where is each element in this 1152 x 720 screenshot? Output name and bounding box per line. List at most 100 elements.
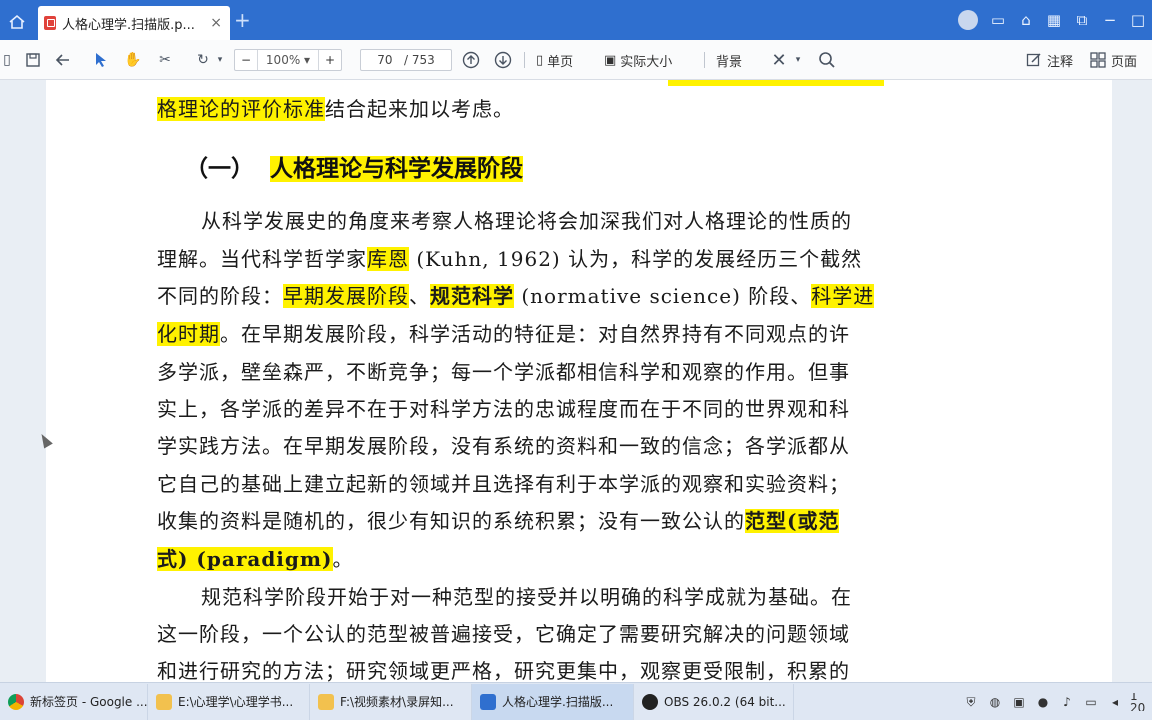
maximize-icon[interactable]: □ bbox=[1124, 6, 1152, 34]
zoom-in-button[interactable]: + bbox=[319, 53, 341, 67]
text-span: 。在早期发展阶段，科学活动的特征是：对自然界持有不同观点的许 bbox=[220, 322, 850, 346]
single-page-icon: ▯ bbox=[536, 52, 544, 68]
taskbar-item-explorer-1[interactable]: E:\心理学\心理学书... bbox=[148, 683, 310, 720]
zoom-value[interactable]: 100% ▾ bbox=[257, 50, 319, 70]
select-cursor-icon[interactable] bbox=[90, 49, 112, 71]
highlight: 规范科学 bbox=[430, 284, 514, 308]
message-icon[interactable]: ▭ bbox=[984, 6, 1012, 34]
obs-icon bbox=[642, 693, 658, 710]
divider bbox=[704, 52, 705, 68]
avatar[interactable] bbox=[958, 10, 978, 30]
battery-icon[interactable]: ▭ bbox=[1082, 693, 1100, 711]
record-icon[interactable]: ● bbox=[1034, 693, 1052, 711]
taskbar-item-obs[interactable]: OBS 26.0.2 (64 bit... bbox=[634, 683, 794, 720]
annotate-button[interactable]: 注释 bbox=[1026, 49, 1073, 71]
folder-icon bbox=[156, 693, 172, 710]
taskbar-item-chrome[interactable]: 新标签页 - Google ... bbox=[0, 683, 148, 720]
highlight: 式) (paradigm) bbox=[157, 547, 333, 571]
tab-title: 人格心理学.扫描版.p... bbox=[62, 17, 195, 33]
text-line: 式) (paradigm)。 bbox=[157, 543, 354, 572]
text-span: 收集的资料是随机的，很少有知识的系统积累；没有一致公认的 bbox=[157, 509, 745, 533]
actual-size-label: 实际大小 bbox=[620, 54, 673, 70]
taskbar-item-label: OBS 26.0.2 (64 bit... bbox=[664, 694, 786, 709]
search-icon[interactable] bbox=[816, 49, 838, 71]
page-number-field[interactable]: 70 / 753 bbox=[360, 49, 452, 71]
text-span: 不同的阶段： bbox=[157, 284, 283, 308]
highlight: 格理论的评价标准 bbox=[157, 97, 325, 121]
text-line: 这一阶段，一个公认的范型被普遍接受，它确定了需要研究解决的问题领域 bbox=[157, 622, 850, 646]
page-total: / 753 bbox=[403, 53, 435, 67]
hand-icon[interactable]: ✋ bbox=[122, 49, 144, 71]
text-line: 理解。当代科学哲学家库恩 (Kuhn, 1962) 认为，科学的发展经历三个截然 bbox=[157, 243, 862, 272]
divider bbox=[524, 52, 525, 68]
shirt-icon[interactable]: ⌂ bbox=[1012, 6, 1040, 34]
close-icon[interactable]: ✕ bbox=[768, 49, 790, 71]
volume-icon[interactable]: ◂ bbox=[1106, 693, 1124, 711]
background-button[interactable]: 背景 bbox=[716, 49, 742, 71]
text-line: 收集的资料是随机的，很少有知识的系统积累；没有一致公认的范型(或范 bbox=[157, 505, 840, 534]
home-icon bbox=[9, 14, 25, 29]
text-line: 规范科学阶段开始于对一种范型的接受并以明确的科学成就为基础。在 bbox=[201, 585, 852, 609]
text-span: 理解。当代科学哲学家 bbox=[157, 247, 367, 271]
save-icon[interactable] bbox=[22, 49, 44, 71]
layout-icon[interactable]: ▦ bbox=[1040, 6, 1068, 34]
zoom-out-button[interactable]: − bbox=[235, 53, 257, 67]
rotate-dropdown-icon[interactable]: ▾ bbox=[214, 49, 226, 71]
document-tab[interactable]: 人格心理学.扫描版.p... × bbox=[38, 6, 230, 40]
rotate-icon[interactable]: ↻ bbox=[192, 49, 214, 71]
edit-icon bbox=[1026, 53, 1041, 67]
close-dropdown-icon[interactable]: ▾ bbox=[792, 49, 804, 71]
fullscreen-icon[interactable]: ⧉ bbox=[1068, 6, 1096, 34]
home-button[interactable] bbox=[0, 5, 34, 39]
prev-page-icon[interactable] bbox=[460, 49, 482, 71]
single-page-button[interactable]: ▯ 单页 bbox=[536, 49, 573, 71]
close-tab-icon[interactable]: × bbox=[210, 15, 222, 31]
page-current: 70 bbox=[377, 53, 393, 67]
actual-size-button[interactable]: ▣ 实际大小 bbox=[604, 49, 672, 71]
print-icon[interactable]: ▯ bbox=[0, 49, 14, 71]
minimize-icon[interactable]: − bbox=[1096, 6, 1124, 34]
shield-icon[interactable]: ⛨ bbox=[962, 693, 980, 711]
highlight: 化时期 bbox=[157, 322, 220, 346]
page-view-label: 页面 bbox=[1111, 54, 1138, 70]
heading-title: 人格理论与科学发展阶段 bbox=[270, 156, 524, 182]
background-label: 背景 bbox=[716, 54, 743, 70]
taskbar-item-label: F:\视频素材\录屏知... bbox=[340, 695, 454, 709]
text-span: 、 bbox=[409, 284, 430, 308]
heading-number: （一） bbox=[185, 156, 254, 182]
zoom-value-text: 100% bbox=[265, 53, 301, 67]
folder-icon bbox=[318, 693, 334, 710]
microphone-icon[interactable]: ♪ bbox=[1058, 693, 1076, 711]
document-area[interactable]: 格理论的评价标准结合起来加以考虑。 （一） 人格理论与科学发展阶段 从科学发展史… bbox=[0, 80, 1152, 683]
text-span: (normative science) 阶段、 bbox=[521, 284, 812, 308]
text-line: 它自己的基础上建立起新的领域并且选择有利于本学派的观察和实验资料； bbox=[157, 472, 850, 496]
section-heading: （一） 人格理论与科学发展阶段 bbox=[185, 149, 524, 183]
annotate-label: 注释 bbox=[1047, 54, 1074, 70]
taskbar-item-label: 新标签页 - Google ... bbox=[30, 695, 148, 709]
zoom-control: − 100% ▾ + bbox=[234, 49, 342, 71]
text-span: 。 bbox=[332, 547, 354, 571]
chrome-icon bbox=[8, 693, 24, 710]
next-page-icon[interactable] bbox=[492, 49, 514, 71]
system-tray: ⛨ ◍ ▣ ● ♪ ▭ ◂ 1 20 bbox=[962, 683, 1152, 720]
display-icon[interactable]: ▣ bbox=[1010, 693, 1028, 711]
tab-bar: 人格心理学.扫描版.p... × + ▭ ⌂ ▦ ⧉ − □ bbox=[0, 0, 1152, 40]
pdf-icon bbox=[44, 16, 56, 30]
text-line: 从科学发展史的角度来考察人格理论将会加深我们对人格理论的性质的 bbox=[201, 209, 852, 233]
actual-size-icon: ▣ bbox=[604, 52, 617, 68]
clock[interactable]: 1 20 bbox=[1130, 693, 1148, 711]
text-line: 格理论的评价标准结合起来加以考虑。 bbox=[157, 93, 514, 122]
page-view-button[interactable]: 页面 bbox=[1090, 49, 1137, 71]
new-tab-icon[interactable]: + bbox=[234, 10, 251, 30]
window-controls: ▭ ⌂ ▦ ⧉ − □ bbox=[958, 6, 1152, 34]
taskbar-item-explorer-2[interactable]: F:\视频素材\录屏知... bbox=[310, 683, 472, 720]
text-line: 学实践方法。在早期发展阶段，没有系统的资料和一致的信念；各学派都从 bbox=[157, 434, 850, 458]
text-line: 不同的阶段：早期发展阶段、规范科学 (normative science) 阶段… bbox=[157, 280, 875, 309]
back-icon[interactable] bbox=[52, 49, 74, 71]
scissors-icon[interactable]: ✂ bbox=[154, 49, 176, 71]
highlight: 库恩 bbox=[367, 247, 409, 271]
toolbar: ▯ ✋ ✂ ↻ ▾ − 100% ▾ + 70 / 753 ▯ 单页 ▣ 实际大… bbox=[0, 40, 1152, 80]
globe-icon[interactable]: ◍ bbox=[986, 693, 1004, 711]
taskbar-item-pdf-reader[interactable]: 人格心理学.扫描版... bbox=[472, 683, 634, 720]
book-icon bbox=[480, 693, 496, 710]
